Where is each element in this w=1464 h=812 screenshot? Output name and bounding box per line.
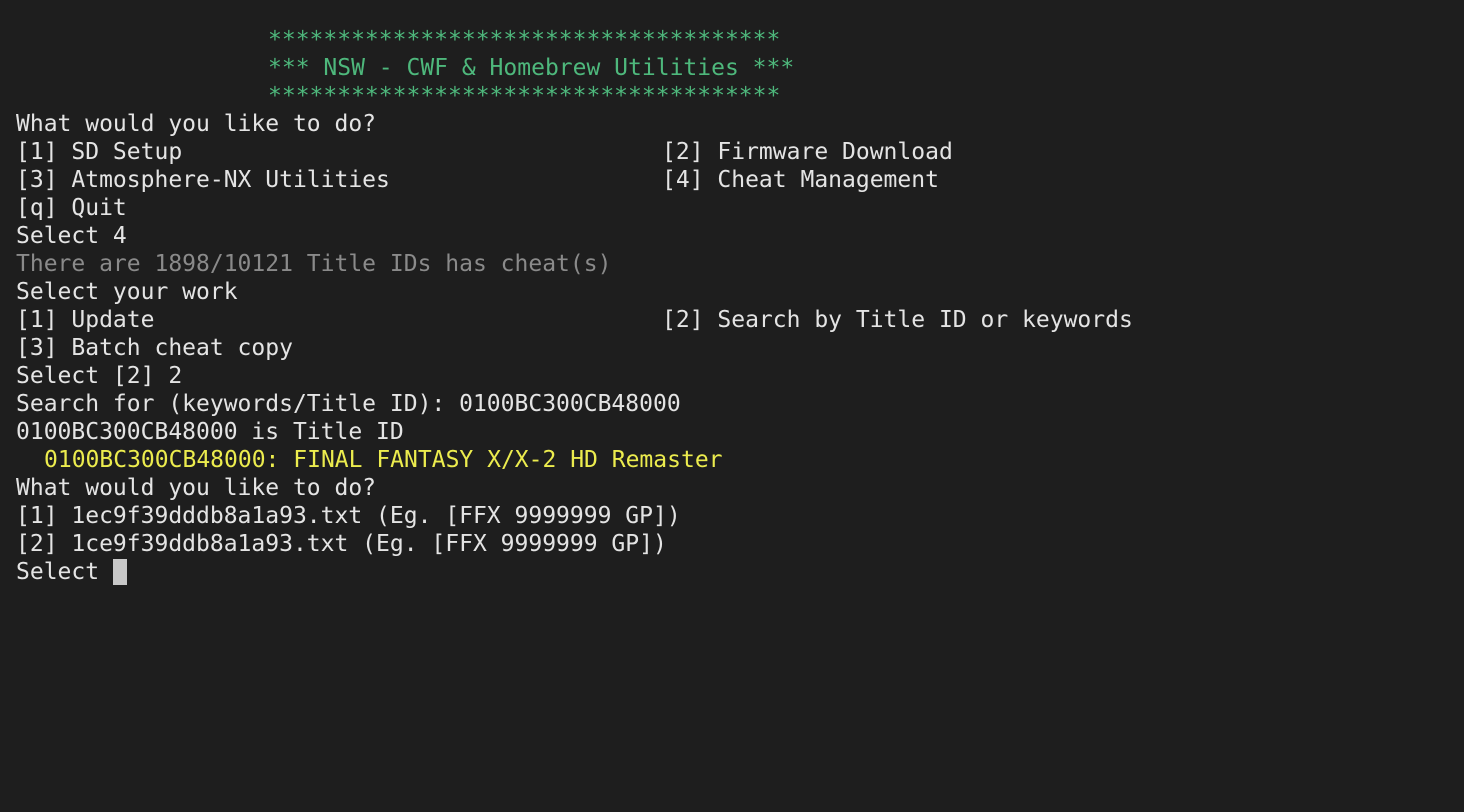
main-menu-selection: Select 4	[16, 223, 127, 249]
cheat-menu-prompt: Select your work	[16, 279, 238, 305]
search-query-line: Search for (keywords/Title ID): 0100BC30…	[16, 391, 681, 417]
banner-title: *** NSW - CWF & Homebrew Utilities ***	[268, 55, 795, 81]
menu-option-firmware-download: [2] Firmware Download	[662, 139, 953, 165]
banner-top: *************************************	[268, 27, 781, 53]
cheat-option-update: [1] Update	[16, 307, 155, 333]
text-cursor[interactable]	[112, 559, 127, 585]
menu-option-sd-setup: [1] SD Setup	[16, 139, 183, 165]
search-result-type: 0100BC300CB48000 is Title ID	[16, 419, 404, 445]
menu-option-quit: [q] Quit	[16, 195, 127, 221]
terminal-window[interactable]: ************************************* **…	[0, 0, 1464, 812]
file-menu-prompt: What would you like to do?	[16, 475, 377, 501]
main-menu-row-2: [3] Atmosphere-NX Utilities [4] Cheat Man…	[0, 166, 1464, 194]
main-menu-row-1: [1] SD Setup [2] Firmware Download	[0, 138, 1464, 166]
cheat-option-search: [2] Search by Title ID or keywords	[662, 307, 1133, 333]
menu-option-cheat-management: [4] Cheat Management	[662, 167, 939, 193]
cheat-menu-row-1: [1] Update [2] Search by Title ID or keyw…	[0, 306, 1464, 334]
cheat-menu-selection: Select [2] 2	[16, 363, 183, 389]
main-menu-prompt: What would you like to do?	[16, 111, 377, 137]
cheat-count-info: There are 1898/10121 Title IDs has cheat…	[16, 251, 612, 277]
cheat-option-batch-copy: [3] Batch cheat copy	[16, 335, 293, 361]
select-prompt-label: Select	[16, 559, 113, 585]
file-option-2: [2] 1ce9f39ddb8a1a93.txt (Eg. [FFX 99999…	[16, 531, 667, 557]
search-match-title: 0100BC300CB48000: FINAL FANTASY X/X-2 HD…	[44, 447, 723, 473]
banner-bottom: *************************************	[268, 83, 781, 109]
input-prompt-line[interactable]: Select	[0, 558, 1464, 586]
file-option-1: [1] 1ec9f39dddb8a1a93.txt (Eg. [FFX 9999…	[16, 503, 681, 529]
menu-option-atmosphere-utilities: [3] Atmosphere-NX Utilities	[16, 167, 390, 193]
